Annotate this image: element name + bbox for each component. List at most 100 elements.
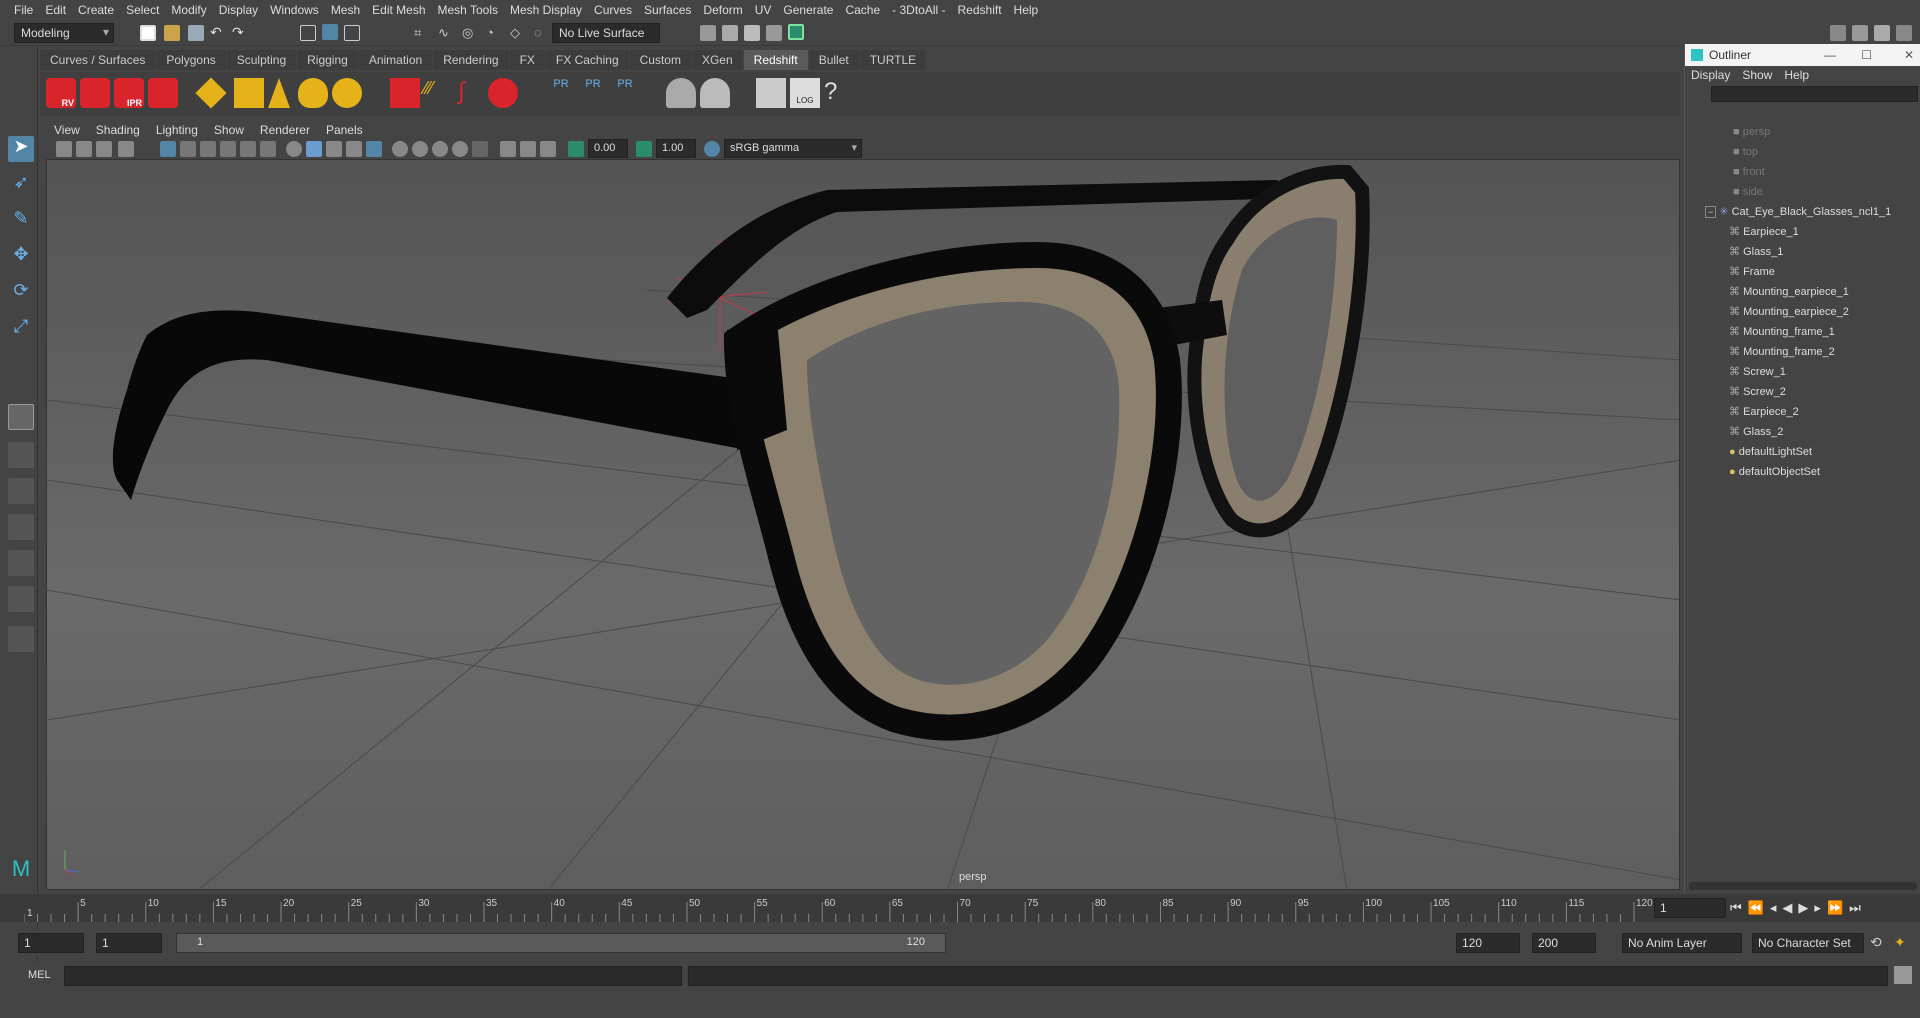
outliner-search-input[interactable]: [1711, 86, 1918, 102]
camera-attributes-icon[interactable]: [76, 141, 92, 157]
character-set-dropdown[interactable]: No Character Set: [1752, 933, 1864, 953]
menu-redshift[interactable]: Redshift: [952, 3, 1008, 17]
outliner-child-glass-1[interactable]: ⌘ Glass_1: [1729, 242, 1783, 262]
single-pane-layout-icon[interactable]: [8, 404, 34, 430]
resolution-gate-icon[interactable]: [200, 141, 216, 157]
shadows-icon[interactable]: [392, 141, 408, 157]
outliner-child-frame[interactable]: ⌘ Frame: [1729, 262, 1775, 282]
uv-editor-layout-icon[interactable]: [8, 586, 34, 612]
menu-3dtoall[interactable]: - 3DtoAll -: [886, 3, 951, 17]
outliner-horizontal-scrollbar[interactable]: [1689, 882, 1917, 890]
menu-mesh[interactable]: Mesh: [325, 3, 366, 17]
rs-bake-set-icon[interactable]: [700, 78, 730, 108]
move-tool-icon[interactable]: ✥: [8, 244, 34, 270]
tab-custom[interactable]: Custom: [629, 50, 691, 70]
outliner-child-earpiece-1[interactable]: ⌘ Earpiece_1: [1729, 222, 1799, 242]
bookmark-icon[interactable]: [96, 141, 112, 157]
tab-turtle[interactable]: TURTLE: [859, 50, 927, 70]
new-scene-icon[interactable]: [140, 25, 156, 41]
outliner-child-mounting-earpiece-1[interactable]: ⌘ Mounting_earpiece_1: [1729, 282, 1849, 302]
tab-rigging[interactable]: Rigging: [297, 50, 358, 70]
menu-display[interactable]: Display: [213, 3, 264, 17]
image-plane-icon[interactable]: [118, 141, 134, 157]
custom-layout-icon[interactable]: [8, 626, 34, 652]
menu-file[interactable]: File: [8, 3, 39, 17]
open-scene-icon[interactable]: [164, 25, 180, 41]
select-object-icon[interactable]: [322, 24, 338, 40]
range-slider[interactable]: 1 120: [176, 933, 946, 953]
step-forward-frame-icon[interactable]: ▸: [1814, 900, 1827, 915]
colorspace-dropdown[interactable]: sRGB gamma ▾: [724, 139, 862, 158]
anti-aliasing-icon[interactable]: [452, 141, 468, 157]
animation-preferences-icon[interactable]: ✦: [1894, 934, 1906, 951]
command-input[interactable]: [64, 966, 682, 986]
scale-tool-icon[interactable]: ⤢: [8, 316, 34, 342]
close-icon[interactable]: ✕: [1904, 48, 1914, 62]
exposure-field[interactable]: 0.00: [588, 139, 628, 158]
rs-hair-icon[interactable]: ⁄⁄⁄: [424, 78, 454, 108]
menu-edit[interactable]: Edit: [39, 3, 72, 17]
menu-help[interactable]: Help: [1008, 3, 1045, 17]
render-settings-icon[interactable]: [766, 25, 782, 41]
persp-outliner-layout-icon[interactable]: [8, 478, 34, 504]
vp-menu-renderer[interactable]: Renderer: [252, 123, 318, 137]
snap-curve-icon[interactable]: ∿: [438, 25, 454, 41]
go-to-start-icon[interactable]: ⏮: [1730, 900, 1748, 915]
tool-settings-icon[interactable]: [1874, 25, 1890, 41]
outliner-set-default-light[interactable]: ● defaultLightSet: [1729, 442, 1812, 462]
film-gate-icon[interactable]: [180, 141, 196, 157]
live-surface-field[interactable]: No Live Surface: [552, 23, 660, 43]
persp-graph-layout-icon[interactable]: [8, 514, 34, 540]
outliner-child-earpiece-2[interactable]: ⌘ Earpiece_2: [1729, 402, 1799, 422]
outliner-set-default-object[interactable]: ● defaultObjectSet: [1729, 462, 1820, 482]
playback-end-field[interactable]: 120: [1456, 933, 1520, 953]
hypershade-icon[interactable]: [788, 24, 804, 40]
ipr-render-icon[interactable]: [744, 25, 760, 41]
rs-log-icon[interactable]: LOG: [790, 78, 820, 108]
snap-grid-icon[interactable]: ⌗: [414, 25, 430, 41]
lasso-tool-icon[interactable]: ➶: [8, 172, 34, 198]
menu-generate[interactable]: Generate: [777, 3, 839, 17]
snap-view-icon[interactable]: ◔: [486, 25, 502, 41]
rs-portal-light-icon[interactable]: [234, 78, 264, 108]
auto-key-icon[interactable]: ⟲: [1870, 934, 1882, 951]
go-to-end-icon[interactable]: ⏭: [1849, 900, 1867, 915]
play-backward-icon[interactable]: ◀: [1782, 900, 1798, 915]
outliner-child-screw-2[interactable]: ⌘ Screw_2: [1729, 382, 1786, 402]
gate-mask-icon[interactable]: [220, 141, 236, 157]
wireframe-icon[interactable]: [286, 141, 302, 157]
attribute-editor-icon[interactable]: [1852, 25, 1868, 41]
safe-action-icon[interactable]: [260, 141, 276, 157]
step-forward-key-icon[interactable]: ⏩: [1827, 900, 1849, 915]
modeling-toolkit-icon[interactable]: [1830, 25, 1846, 41]
redo-icon[interactable]: ↷: [232, 24, 248, 40]
outliner-child-glass-2[interactable]: ⌘ Glass_2: [1729, 422, 1783, 442]
3d-viewport[interactable]: persp: [46, 159, 1680, 890]
menu-create[interactable]: Create: [72, 3, 120, 17]
xray-joints-icon[interactable]: [540, 141, 556, 157]
redshift-ipr-icon[interactable]: IPR: [114, 78, 144, 108]
rs-area-light-icon[interactable]: [195, 77, 227, 109]
menu-edit-mesh[interactable]: Edit Mesh: [366, 3, 431, 17]
tab-fx-caching[interactable]: FX Caching: [545, 50, 629, 70]
undo-icon[interactable]: ↶: [210, 24, 226, 40]
minimize-icon[interactable]: —: [1824, 48, 1836, 62]
menu-surfaces[interactable]: Surfaces: [638, 3, 697, 17]
time-slider[interactable]: 5 10 15 20 25 30 35 40 45 50 55 60 65 70 75 80 85 90 95 100…: [0, 894, 1920, 922]
rs-pr-convert-icon[interactable]: PR: [610, 78, 640, 108]
ambient-occlusion-icon[interactable]: [412, 141, 428, 157]
outliner-camera-top[interactable]: ■ top: [1733, 142, 1758, 162]
help-icon[interactable]: ?: [824, 78, 854, 108]
tab-polygons[interactable]: Polygons: [156, 50, 226, 70]
render-sequence-icon[interactable]: [722, 25, 738, 41]
playback-start-field[interactable]: 1: [96, 933, 162, 953]
textured-icon[interactable]: [346, 141, 362, 157]
tab-redshift[interactable]: Redshift: [743, 50, 808, 70]
outliner-menu-help[interactable]: Help: [1784, 68, 1809, 82]
menu-uv[interactable]: UV: [749, 3, 778, 17]
menu-modify[interactable]: Modify: [165, 3, 212, 17]
vp-menu-shading[interactable]: Shading: [88, 123, 148, 137]
hypershade-layout-icon[interactable]: [8, 550, 34, 576]
gamma-icon[interactable]: [636, 141, 652, 157]
vp-menu-panels[interactable]: Panels: [318, 123, 371, 137]
